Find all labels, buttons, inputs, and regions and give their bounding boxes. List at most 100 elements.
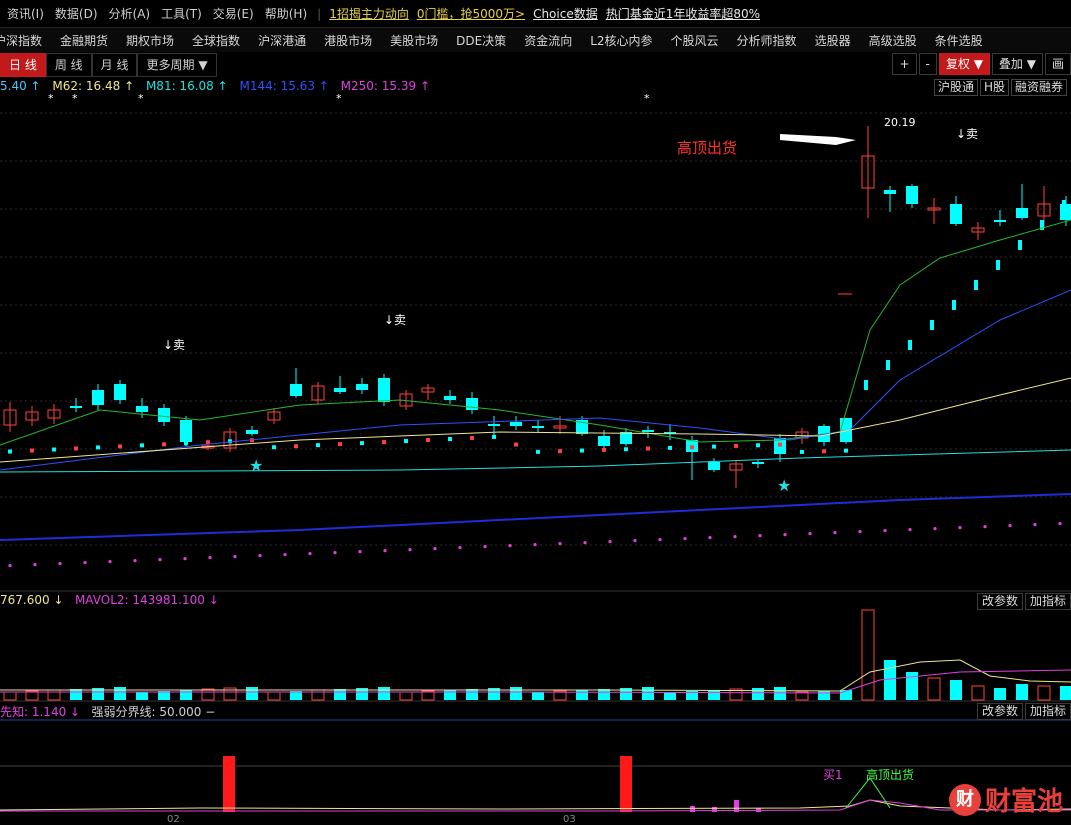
ma144-line bbox=[0, 289, 1071, 471]
signal-dot bbox=[602, 447, 606, 452]
signal-dot bbox=[930, 320, 934, 330]
high-price-label: 20.19 bbox=[884, 116, 916, 129]
signal-dot bbox=[778, 442, 782, 447]
signal-dot bbox=[996, 260, 1000, 270]
signal-dot bbox=[492, 434, 496, 439]
high-sell-annotation: 高顶出货 bbox=[677, 139, 738, 157]
volume-bar bbox=[3, 691, 17, 701]
volume-bar bbox=[334, 689, 346, 700]
prophet-value: 先知: 1.140 ↓ bbox=[0, 705, 81, 719]
star-icon: ★ bbox=[249, 456, 263, 475]
ma-dot bbox=[683, 537, 687, 541]
volume-legend: 767.600 ↓ MAVOL2: 143981.100 ↓ bbox=[0, 593, 219, 609]
candle-body-down bbox=[1016, 208, 1028, 218]
indicator-panel-buttons: 改参数 加指标 bbox=[975, 703, 1071, 720]
indicator-bar bbox=[620, 756, 632, 812]
candle-body-down bbox=[752, 462, 764, 464]
signal-dot bbox=[272, 445, 276, 450]
ma-dot bbox=[508, 544, 512, 548]
ma-dot bbox=[283, 553, 287, 557]
volume-bar bbox=[201, 688, 215, 701]
signal-dot bbox=[800, 449, 804, 454]
ma-dot bbox=[458, 546, 462, 550]
volume-bar bbox=[927, 677, 941, 701]
volume-bar bbox=[532, 692, 544, 700]
signal-dot bbox=[886, 360, 890, 370]
signal-dot bbox=[360, 441, 364, 446]
signal-dot bbox=[382, 440, 386, 445]
signal-dot bbox=[184, 441, 188, 446]
asterisk-icon: * bbox=[336, 92, 342, 105]
ma-dot bbox=[808, 532, 812, 536]
indicator-legend: 先知: 1.140 ↓ 强弱分界线: 50.000 − bbox=[0, 703, 215, 719]
signal-dot bbox=[426, 438, 430, 443]
ma-dot bbox=[933, 527, 937, 531]
strength-line-value: 强弱分界线: 50.000 − bbox=[91, 705, 216, 719]
indicator-params-button[interactable]: 改参数 bbox=[976, 703, 1023, 720]
signal-dot bbox=[734, 443, 738, 448]
ma-dot bbox=[233, 555, 237, 559]
signal-dot bbox=[404, 439, 408, 444]
signal-dot bbox=[52, 447, 56, 452]
volume-bar bbox=[466, 689, 478, 700]
ma-dot bbox=[833, 531, 837, 535]
indicator-add-button[interactable]: 加指标 bbox=[1024, 703, 1071, 720]
volume-add-indicator-button[interactable]: 加指标 bbox=[1024, 593, 1071, 610]
volume-bar bbox=[861, 609, 875, 701]
indicator-bar bbox=[712, 807, 717, 812]
ma-dot bbox=[133, 559, 137, 563]
volume-params-button[interactable]: 改参数 bbox=[976, 593, 1023, 610]
ma-dot bbox=[983, 525, 987, 529]
volume-bar bbox=[246, 687, 258, 700]
ma-dot bbox=[633, 539, 637, 543]
ma-dot bbox=[433, 547, 437, 551]
candle-body-down bbox=[378, 378, 390, 402]
volume-bar bbox=[1037, 685, 1051, 701]
ma-dot bbox=[358, 550, 362, 554]
signal-dot bbox=[74, 446, 78, 451]
ma-dot bbox=[1058, 522, 1062, 526]
ma-dot bbox=[483, 545, 487, 549]
asterisk-icon: * bbox=[48, 92, 54, 105]
ma-dot bbox=[33, 563, 37, 567]
candle-body-down bbox=[950, 204, 962, 224]
candle-body-down bbox=[532, 426, 544, 428]
candle-body-down bbox=[290, 384, 302, 396]
signal-dot bbox=[140, 443, 144, 448]
volume-bar bbox=[1016, 684, 1028, 700]
mavol2-value: MAVOL2: 143981.100 ↓ bbox=[74, 593, 219, 607]
ma-dot bbox=[158, 558, 162, 562]
signal-dot bbox=[646, 446, 650, 451]
volume-bar bbox=[598, 689, 610, 700]
volume-bar bbox=[136, 692, 148, 700]
signal-dot bbox=[864, 380, 868, 390]
ma-dot bbox=[1008, 524, 1012, 528]
candle-body-down bbox=[136, 406, 148, 412]
signal-dot bbox=[96, 445, 100, 450]
ma-dot bbox=[383, 549, 387, 553]
volume-bar bbox=[994, 688, 1006, 700]
candle-body-down bbox=[444, 396, 456, 400]
candle-body-down bbox=[994, 220, 1006, 222]
volume-panel-buttons: 改参数 加指标 bbox=[975, 593, 1071, 610]
signal-dot bbox=[536, 449, 540, 454]
ma250-line bbox=[0, 493, 1071, 541]
signal-dot bbox=[844, 448, 848, 453]
volume-bar bbox=[950, 680, 962, 700]
volume-bar bbox=[576, 690, 588, 700]
volume-bar bbox=[510, 687, 522, 700]
volume-bar bbox=[664, 692, 676, 700]
asterisk-icon: * bbox=[644, 92, 650, 105]
ma-dot bbox=[8, 564, 12, 568]
signal-dot bbox=[228, 439, 232, 444]
volume-bar bbox=[708, 690, 720, 700]
volume-bar bbox=[114, 687, 126, 700]
volume-bar bbox=[971, 685, 985, 701]
candle-body-down bbox=[642, 430, 654, 432]
candle-body-down bbox=[158, 408, 170, 422]
sell-signal-3: ↓卖 bbox=[956, 127, 979, 141]
volume-bar bbox=[642, 687, 654, 700]
ma-dot bbox=[958, 526, 962, 530]
arrow-icon bbox=[780, 134, 856, 145]
ma-dot bbox=[258, 554, 262, 558]
